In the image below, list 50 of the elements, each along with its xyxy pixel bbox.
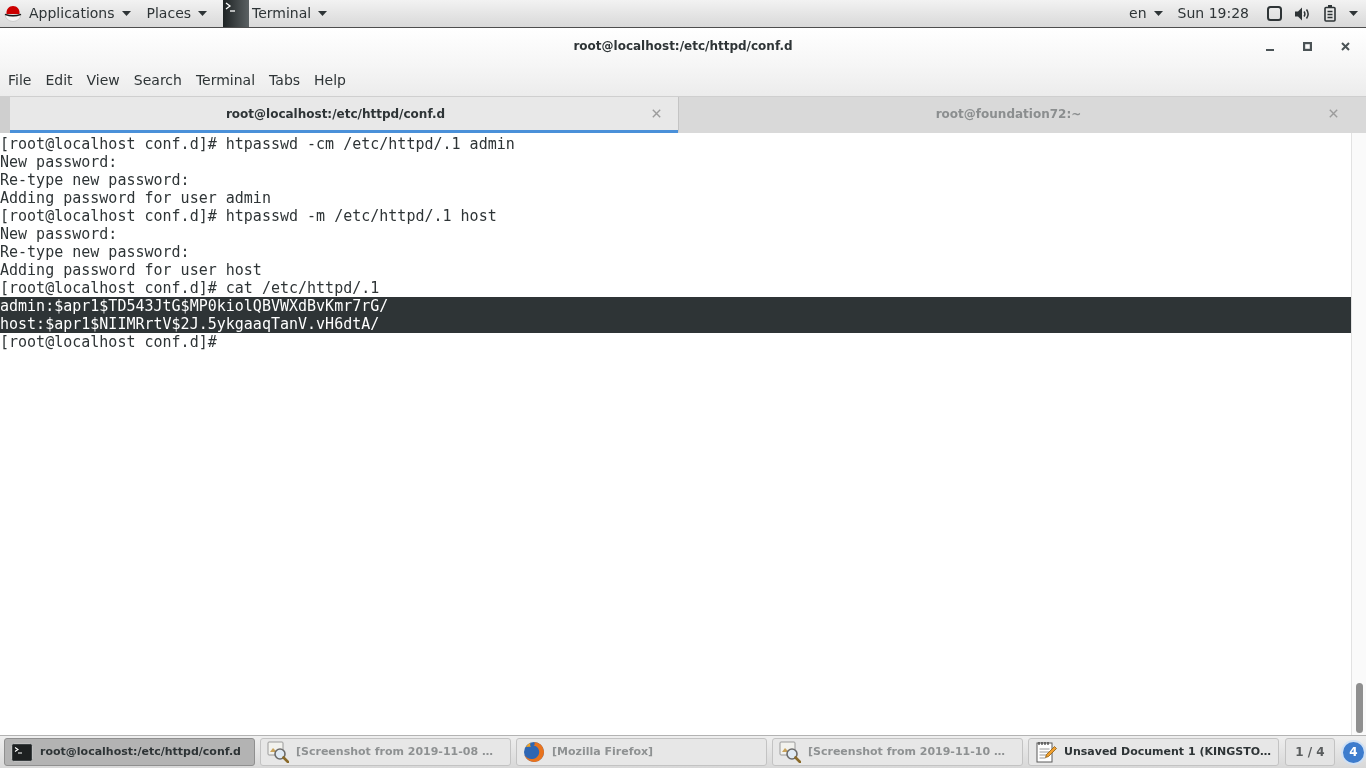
menu-item[interactable]: Help xyxy=(307,64,353,96)
menu-item[interactable]: Tabs xyxy=(262,64,308,96)
terminal-line: New password: xyxy=(0,225,118,243)
caret-icon xyxy=(121,11,131,16)
display-icon[interactable] xyxy=(1267,6,1282,21)
magnifier-picture-icon xyxy=(779,741,801,763)
battery-icon[interactable] xyxy=(1324,5,1336,22)
minimize-icon[interactable] xyxy=(1266,48,1274,51)
window-title: root@localhost:/etc/httpd/conf.d xyxy=(573,38,793,55)
terminal-line: [root@localhost conf.d]# xyxy=(0,333,217,351)
taskbar-item[interactable]: root@localhost:/etc/httpd/conf.d xyxy=(4,738,255,766)
app-menu[interactable]: Terminal xyxy=(252,0,328,27)
volume-icon[interactable] xyxy=(1295,6,1310,21)
magnifier-picture-icon xyxy=(267,741,289,763)
menu-item[interactable]: Terminal xyxy=(188,64,263,96)
terminal-line: [root@localhost conf.d]# cat /etc/httpd/.1 xyxy=(0,279,380,297)
close-icon[interactable] xyxy=(1341,41,1350,51)
menu-item[interactable]: Edit xyxy=(38,64,80,96)
menu-item[interactable]: File xyxy=(1,64,39,96)
clock[interactable]: Sun 19:28 xyxy=(1177,0,1249,27)
terminal-line: Adding password for user host xyxy=(0,261,262,279)
terminal-line: Re-type new password: xyxy=(0,171,190,189)
terminal-line: New password: xyxy=(0,153,118,171)
terminal-line: [root@localhost conf.d]# htpasswd -m /etc/httpd/.1 host xyxy=(0,207,497,225)
maximize-icon[interactable] xyxy=(1303,41,1312,51)
scrollbar-thumb[interactable] xyxy=(1355,683,1363,733)
menu-item[interactable]: View xyxy=(79,64,127,96)
terminal-line: [root@localhost conf.d]# htpasswd -cm /etc/httpd/.1 admin xyxy=(0,135,515,153)
caret-icon[interactable] xyxy=(1349,11,1358,16)
notepad-pencil-icon xyxy=(1035,741,1057,763)
terminal-line: host:$apr1$NIIMRrtV$2J.5ykgaaqTanV.vH6dtA/ xyxy=(0,315,380,333)
caret-icon xyxy=(198,11,208,16)
terminal-icon xyxy=(223,0,250,27)
caret-icon xyxy=(318,11,328,16)
workspace-indicator[interactable]: 1 / 4 xyxy=(1285,738,1335,766)
terminal-line: Re-type new password: xyxy=(0,243,190,261)
terminal-line: admin:$apr1$TD543JtG$MP0kiolQBVWXdBvKmr7rG/ xyxy=(0,297,389,315)
places-menu[interactable]: Places xyxy=(146,0,208,27)
scrollbar[interactable] xyxy=(1351,133,1366,735)
terminal-icon xyxy=(11,742,33,762)
globe-icon xyxy=(523,741,545,763)
caret-icon xyxy=(1153,11,1163,16)
taskbar-item[interactable]: Unsaved Document 1 (KINGSTO… xyxy=(1028,738,1279,766)
keyboard-layout-menu[interactable]: en xyxy=(1129,0,1163,27)
applications-menu[interactable]: Applications xyxy=(0,0,134,27)
hat-logo-icon xyxy=(4,5,22,22)
terminal-line: Adding password for user admin xyxy=(0,189,271,207)
menu-item[interactable]: Search xyxy=(126,64,189,96)
terminal-tab[interactable]: root@localhost:/etc/httpd/conf.d xyxy=(10,97,678,133)
notification-badge[interactable]: 4 xyxy=(1341,739,1366,765)
